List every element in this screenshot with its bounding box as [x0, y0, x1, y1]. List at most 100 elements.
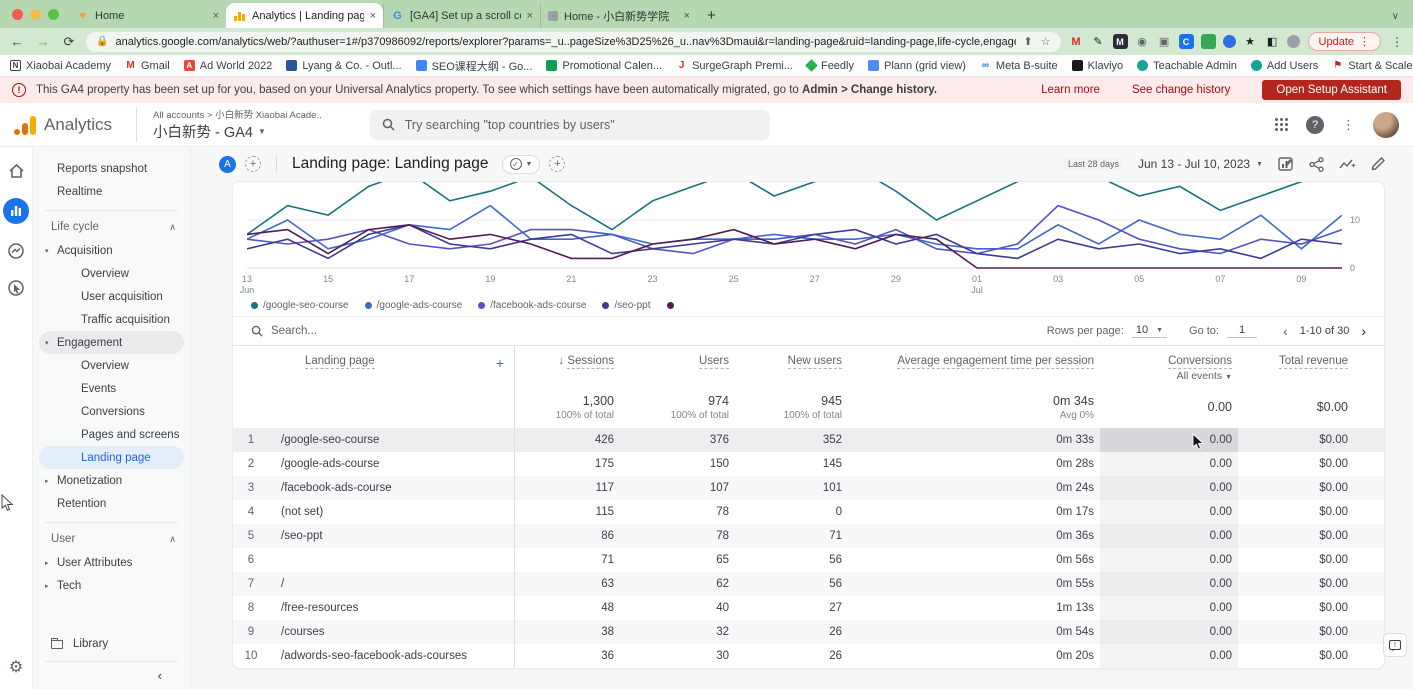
back-button[interactable]: ← — [8, 34, 26, 49]
browser-menu-icon[interactable]: ⋮ — [1389, 35, 1405, 49]
open-setup-assistant-button[interactable]: Open Setup Assistant — [1262, 80, 1401, 100]
bookmark-item[interactable]: Feedly — [807, 60, 854, 72]
sidebar-item-user-acquisition[interactable]: User acquisition — [39, 285, 184, 308]
edit-report-icon[interactable] — [1371, 157, 1385, 171]
sidebar-item-events[interactable]: Events — [39, 377, 184, 400]
go-to-page-input[interactable]: 1 — [1227, 324, 1257, 338]
table-row[interactable]: 5/seo-ppt8678710m 36s0.00$0.00 — [233, 524, 1384, 548]
table-row[interactable]: 7/6362560m 55s0.00$0.00 — [233, 572, 1384, 596]
sidebar-item-pages-and-screens[interactable]: Pages and screens — [39, 423, 184, 446]
browser-tab[interactable]: G[GA4] Set up a scroll conversi× — [383, 3, 540, 28]
lock-icon[interactable]: 🔒 — [96, 36, 108, 47]
sidebar-item-overview[interactable]: Overview — [39, 262, 184, 285]
pen-extension-icon[interactable]: ✎ — [1091, 34, 1106, 49]
bookmark-item[interactable]: SEO课程大纲 - Go... — [416, 58, 533, 74]
bookmark-item[interactable]: AAd World 2022 — [184, 60, 273, 72]
sidebar-item-overview[interactable]: Overview — [39, 354, 184, 377]
analytics-search-input[interactable]: Try searching "top countries by users" — [370, 110, 770, 140]
table-row[interactable]: 1/google-seo-course4263763520m 33s0.00$0… — [233, 428, 1384, 452]
date-range-picker[interactable]: Jun 13 - Jul 10, 2023▼ — [1138, 157, 1263, 171]
breadcrumb[interactable]: All accounts > 小白新势 Xiaobai Acade.. — [153, 107, 322, 121]
sidebar-item-tech[interactable]: ▸Tech — [39, 574, 184, 597]
bookmark-item[interactable]: MGmail — [125, 60, 170, 72]
bookmark-item[interactable]: Plann (grid view) — [868, 60, 966, 72]
bookmark-item[interactable]: Promotional Calen... — [546, 60, 662, 72]
property-name[interactable]: 小白新势 - GA4 — [153, 121, 253, 142]
new-tab-button[interactable]: + — [697, 7, 726, 28]
admin-gear-icon[interactable]: ⚙ — [9, 657, 23, 677]
bookmark-star-icon[interactable]: ☆ — [1041, 35, 1051, 48]
edge-extension-icon[interactable] — [1223, 35, 1236, 48]
browser-tab[interactable]: ♥Home× — [69, 3, 226, 28]
bookmark-item[interactable]: ∞Meta B-suite — [980, 60, 1058, 72]
windows-extension-icon[interactable]: ▣ — [1157, 34, 1172, 49]
see-change-history-link[interactable]: See change history — [1132, 84, 1230, 96]
column-header-users[interactable]: Users — [620, 346, 735, 386]
sidebar-item-traffic-acquisition[interactable]: Traffic acquisition — [39, 308, 184, 331]
table-row[interactable]: 4(not set)1157800m 17s0.00$0.00 — [233, 500, 1384, 524]
bookmark-item[interactable]: Teachable Admin — [1137, 60, 1237, 72]
gmail-extension-icon[interactable]: M — [1069, 34, 1084, 49]
sidebar-item-realtime[interactable]: Realtime — [39, 180, 184, 203]
next-page-icon[interactable]: › — [1361, 323, 1366, 339]
address-bar[interactable]: 🔒 analytics.google.com/analytics/web/?au… — [86, 32, 1061, 52]
chrome-update-button[interactable]: Update⋮ — [1308, 32, 1381, 51]
column-header-conversions[interactable]: Conversions All events ▼ — [1100, 346, 1238, 386]
sidebar-item-landing-page[interactable]: Landing page — [39, 446, 184, 469]
explore-nav-icon[interactable] — [6, 241, 26, 261]
more-options-icon[interactable]: ⋮ — [1342, 117, 1355, 133]
bookmark-item[interactable]: Klaviyo — [1072, 60, 1123, 72]
contrast-extension-icon[interactable]: ◧ — [1265, 34, 1280, 49]
chart-plot-area[interactable] — [247, 182, 1342, 272]
table-search-input[interactable]: Search... — [251, 325, 317, 337]
account-breadcrumb[interactable]: All accounts > 小白新势 Xiaobai Acade.. 小白新势… — [136, 107, 322, 142]
customize-report-icon[interactable] — [1278, 157, 1294, 172]
column-header-new-users[interactable]: New users — [735, 346, 848, 386]
share-page-icon[interactable]: ⬆ — [1023, 35, 1032, 48]
sidebar-item-conversions[interactable]: Conversions — [39, 400, 184, 423]
zoom-window-button[interactable] — [48, 9, 59, 20]
expand-caret-icon[interactable]: ▾ — [45, 339, 49, 347]
google-apps-icon[interactable] — [1275, 118, 1288, 131]
reports-nav-icon[interactable] — [3, 198, 29, 224]
feedback-button[interactable]: ! — [1383, 633, 1407, 657]
column-header-sessions[interactable]: ↓ Sessions — [515, 346, 620, 386]
table-row[interactable]: 8/free-resources4840271m 13s0.00$0.00 — [233, 596, 1384, 620]
add-comparison-button[interactable]: + — [245, 156, 261, 172]
previous-page-icon[interactable]: ‹ — [1283, 323, 1288, 339]
series-line-unlabeled[interactable] — [247, 225, 1342, 268]
column-header-landing-page[interactable]: Landing page — [281, 355, 375, 367]
camera-extension-icon[interactable]: ◉ — [1135, 34, 1150, 49]
all-users-segment-chip[interactable]: A — [219, 156, 236, 173]
analytics-logo-icon[interactable] — [14, 115, 36, 135]
close-window-button[interactable] — [12, 9, 23, 20]
sidebar-item-retention[interactable]: Retention — [39, 492, 184, 515]
browser-tab[interactable]: Home - 小白新势学院× — [540, 3, 697, 28]
collapse-sidebar-button[interactable]: ‹ — [45, 661, 178, 689]
expand-caret-icon[interactable]: ▾ — [45, 247, 49, 255]
monday-extension-icon[interactable]: M — [1113, 34, 1128, 49]
expand-caret-icon[interactable]: ▸ — [45, 477, 49, 485]
tab-close-icon[interactable]: × — [527, 10, 533, 22]
green-extension-icon[interactable] — [1201, 34, 1216, 49]
table-row[interactable]: 2/google-ads-course1751501450m 28s0.00$0… — [233, 452, 1384, 476]
forward-button[interactable]: → — [34, 34, 52, 49]
conversions-event-filter[interactable]: All events ▼ — [1100, 370, 1232, 382]
tab-close-icon[interactable]: × — [684, 10, 690, 22]
rows-per-page-select[interactable]: 10▼ — [1132, 324, 1167, 338]
tab-close-icon[interactable]: × — [213, 10, 219, 22]
sidebar-item-reports-snapshot[interactable]: Reports snapshot — [39, 157, 184, 180]
expand-caret-icon[interactable]: ▸ — [45, 559, 49, 567]
column-header-total-revenue[interactable]: Total revenue — [1238, 346, 1354, 386]
home-nav-icon[interactable] — [6, 161, 26, 181]
sidebar-section-life-cycle[interactable]: Life cycle∧ — [33, 215, 190, 239]
series-line-facebook-ads-course[interactable] — [247, 206, 1342, 254]
column-header-avg-engagement[interactable]: Average engagement time per session — [848, 346, 1100, 386]
tab-close-icon[interactable]: × — [370, 10, 376, 22]
browser-tab[interactable]: Analytics | Landing page: Land× — [226, 3, 383, 28]
learn-more-link[interactable]: Learn more — [1041, 84, 1100, 96]
account-avatar[interactable] — [1373, 112, 1399, 138]
profile-extension-icon[interactable] — [1287, 35, 1300, 48]
insights-icon[interactable] — [1339, 157, 1356, 171]
sidebar-item-engagement[interactable]: ▾Engagement — [39, 331, 184, 354]
